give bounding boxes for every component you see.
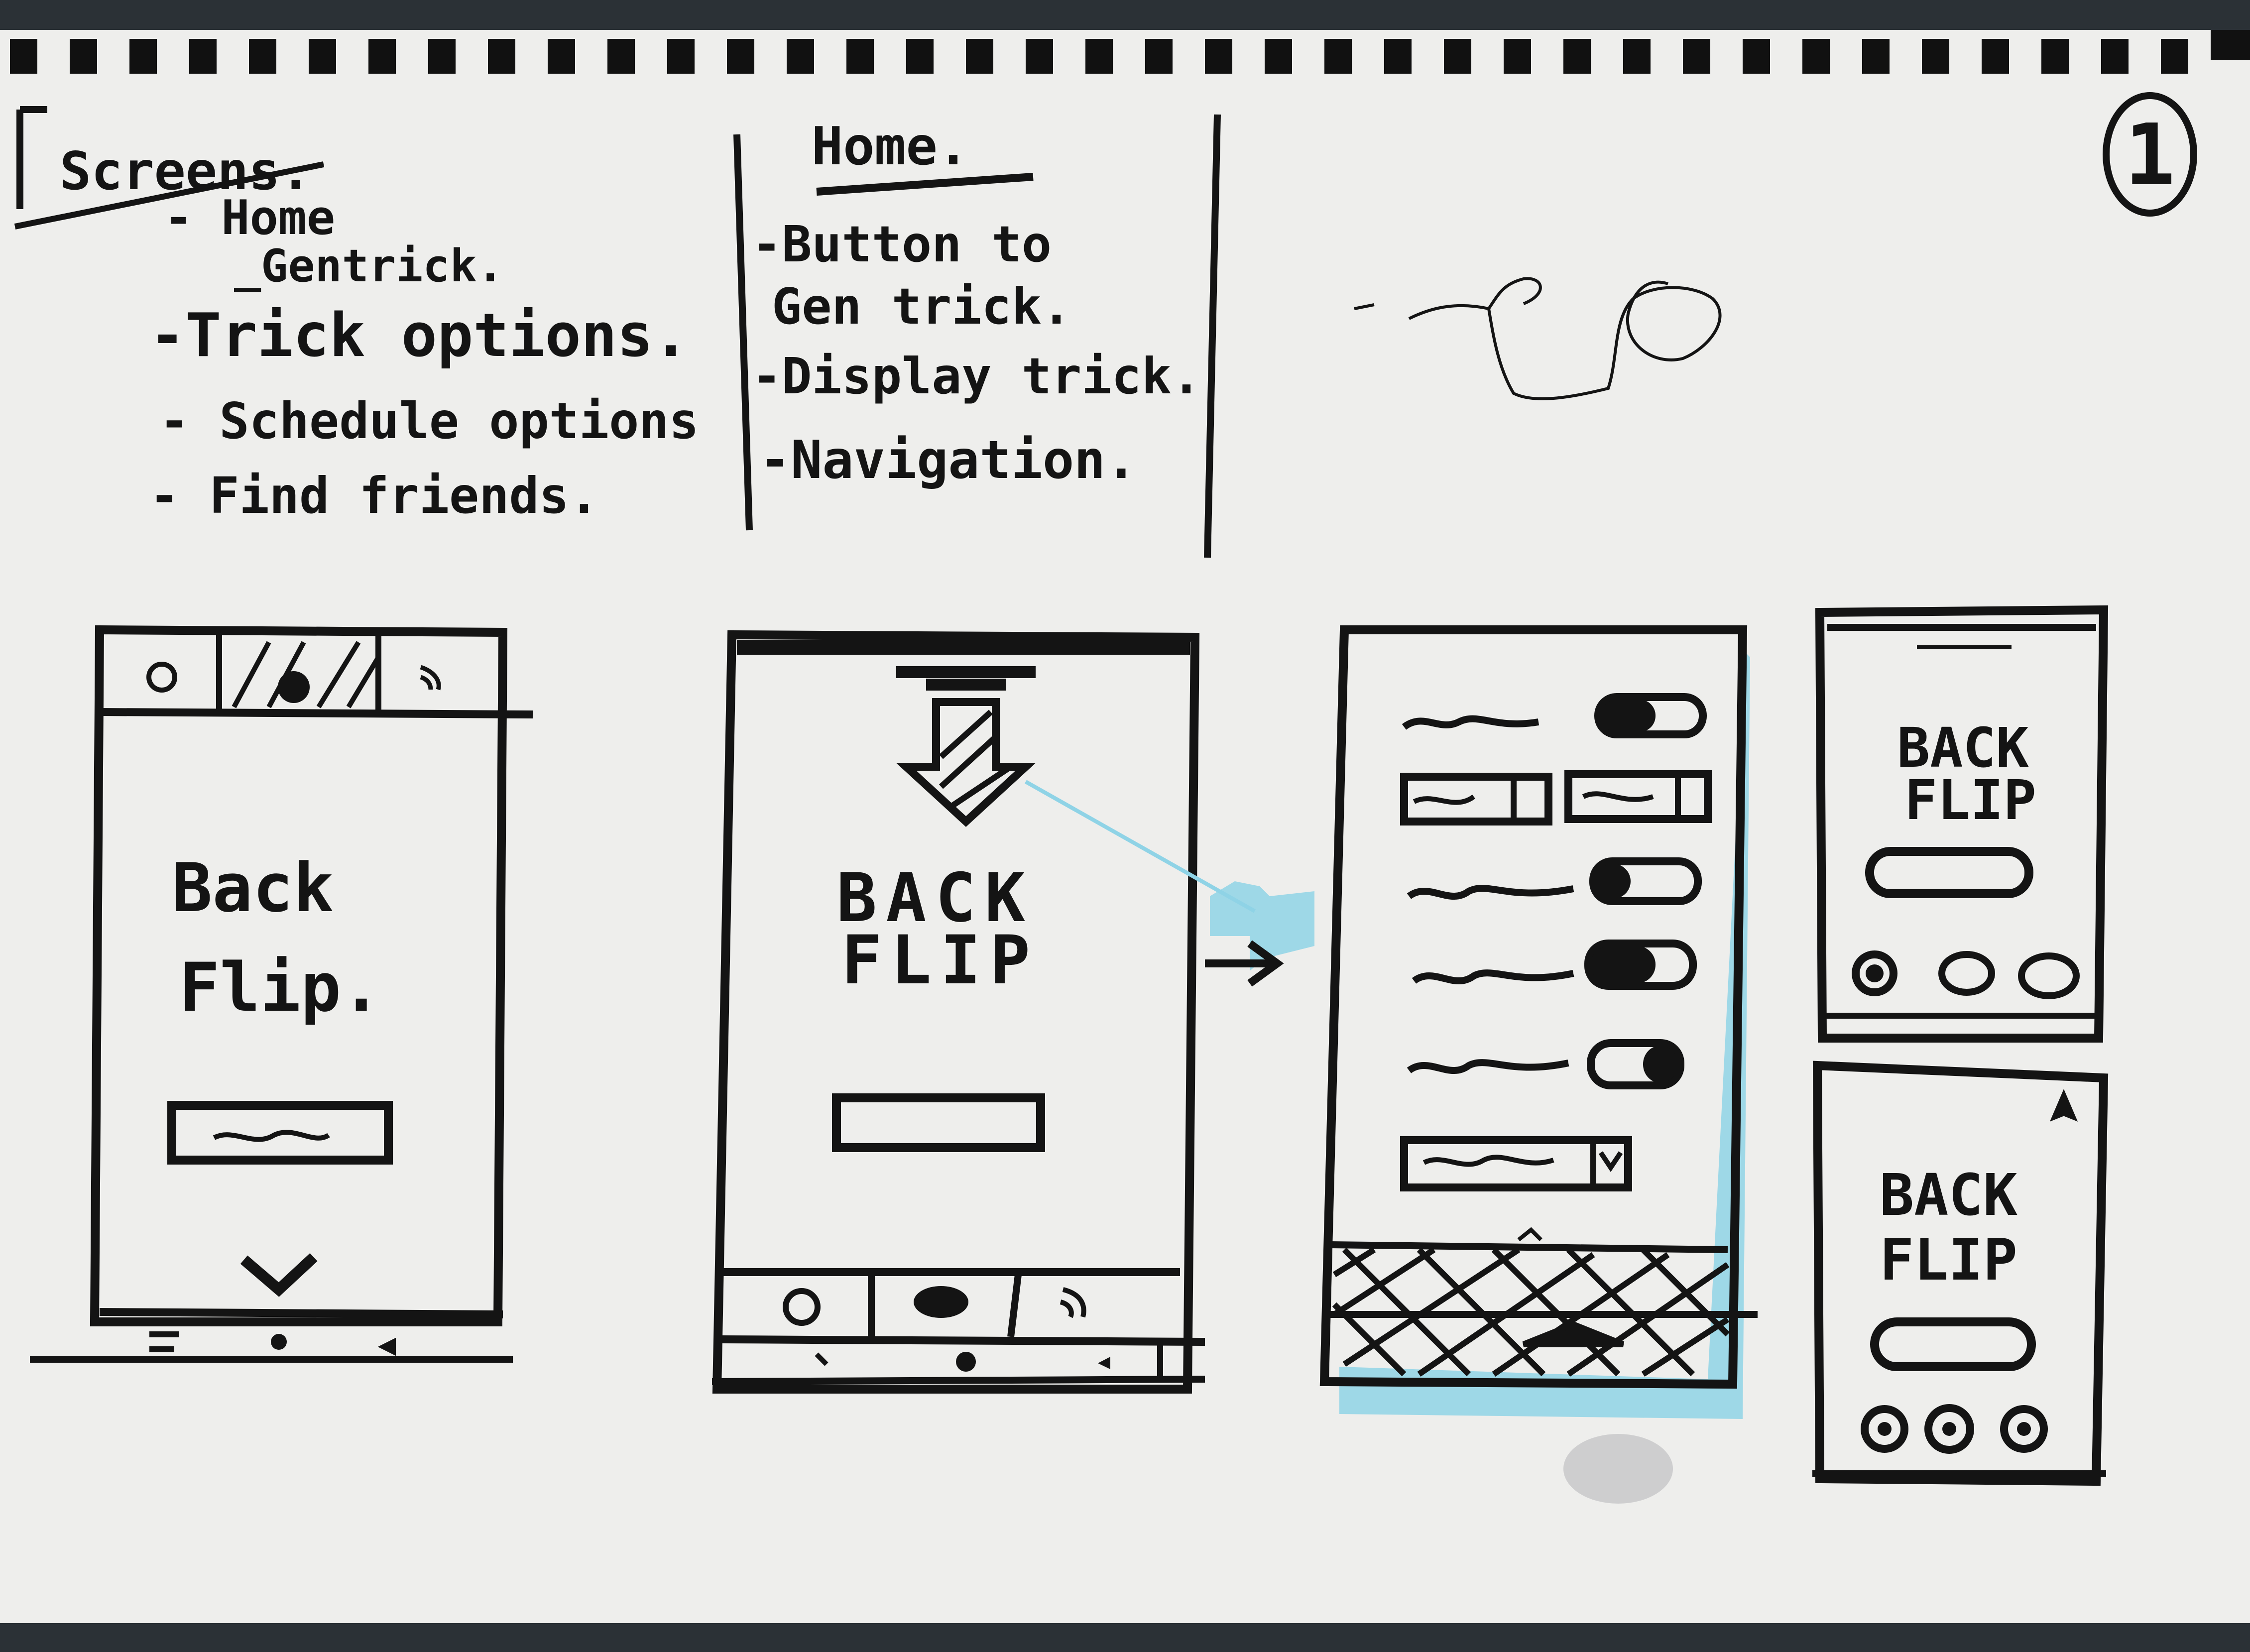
screens-item-trick-options: -Trick options. [149,301,689,370]
tab-center-icon [278,671,310,703]
trick-name-line-1: Back [172,849,334,927]
shadow-smudge [1563,1434,1673,1504]
home-notes-item-button: -Button to [752,215,1052,273]
sketch-photo: 1 Screens. - Home _Gentrick. -Trick opti… [0,0,2250,1652]
screens-item-find-friends: - Find friends. [149,467,599,525]
trick-name-line-2: FLIP [1880,1227,2017,1294]
screens-item-gentrick: _Gentrick. [234,240,504,292]
nav-home-icon [956,1352,976,1372]
trick-name-line-1: BACK [1880,1162,2017,1229]
home-notes-item-display: -Display trick. [752,347,1201,405]
screens-item-home: - Home [164,191,335,245]
trick-name-line-2: FLIP [1904,768,2036,832]
screens-item-schedule-options: - Schedule options [159,392,699,450]
home-notes-item-gen-trick: Gen trick. [772,277,1071,336]
tab-center-icon [914,1286,968,1318]
page-number-label: 1 [2125,106,2175,205]
nav-back-icon [377,1337,396,1356]
home-notes-item-navigation: -Navigation. [759,430,1137,490]
trick-name-line-2: FLIP [841,921,1039,999]
sketch-page: 1 Screens. - Home _Gentrick. -Trick opti… [0,30,2250,1623]
trick-name-line-2: Flip. [179,948,381,1027]
nav-home-icon [271,1334,287,1350]
home-notes-title: Home. [812,116,969,177]
